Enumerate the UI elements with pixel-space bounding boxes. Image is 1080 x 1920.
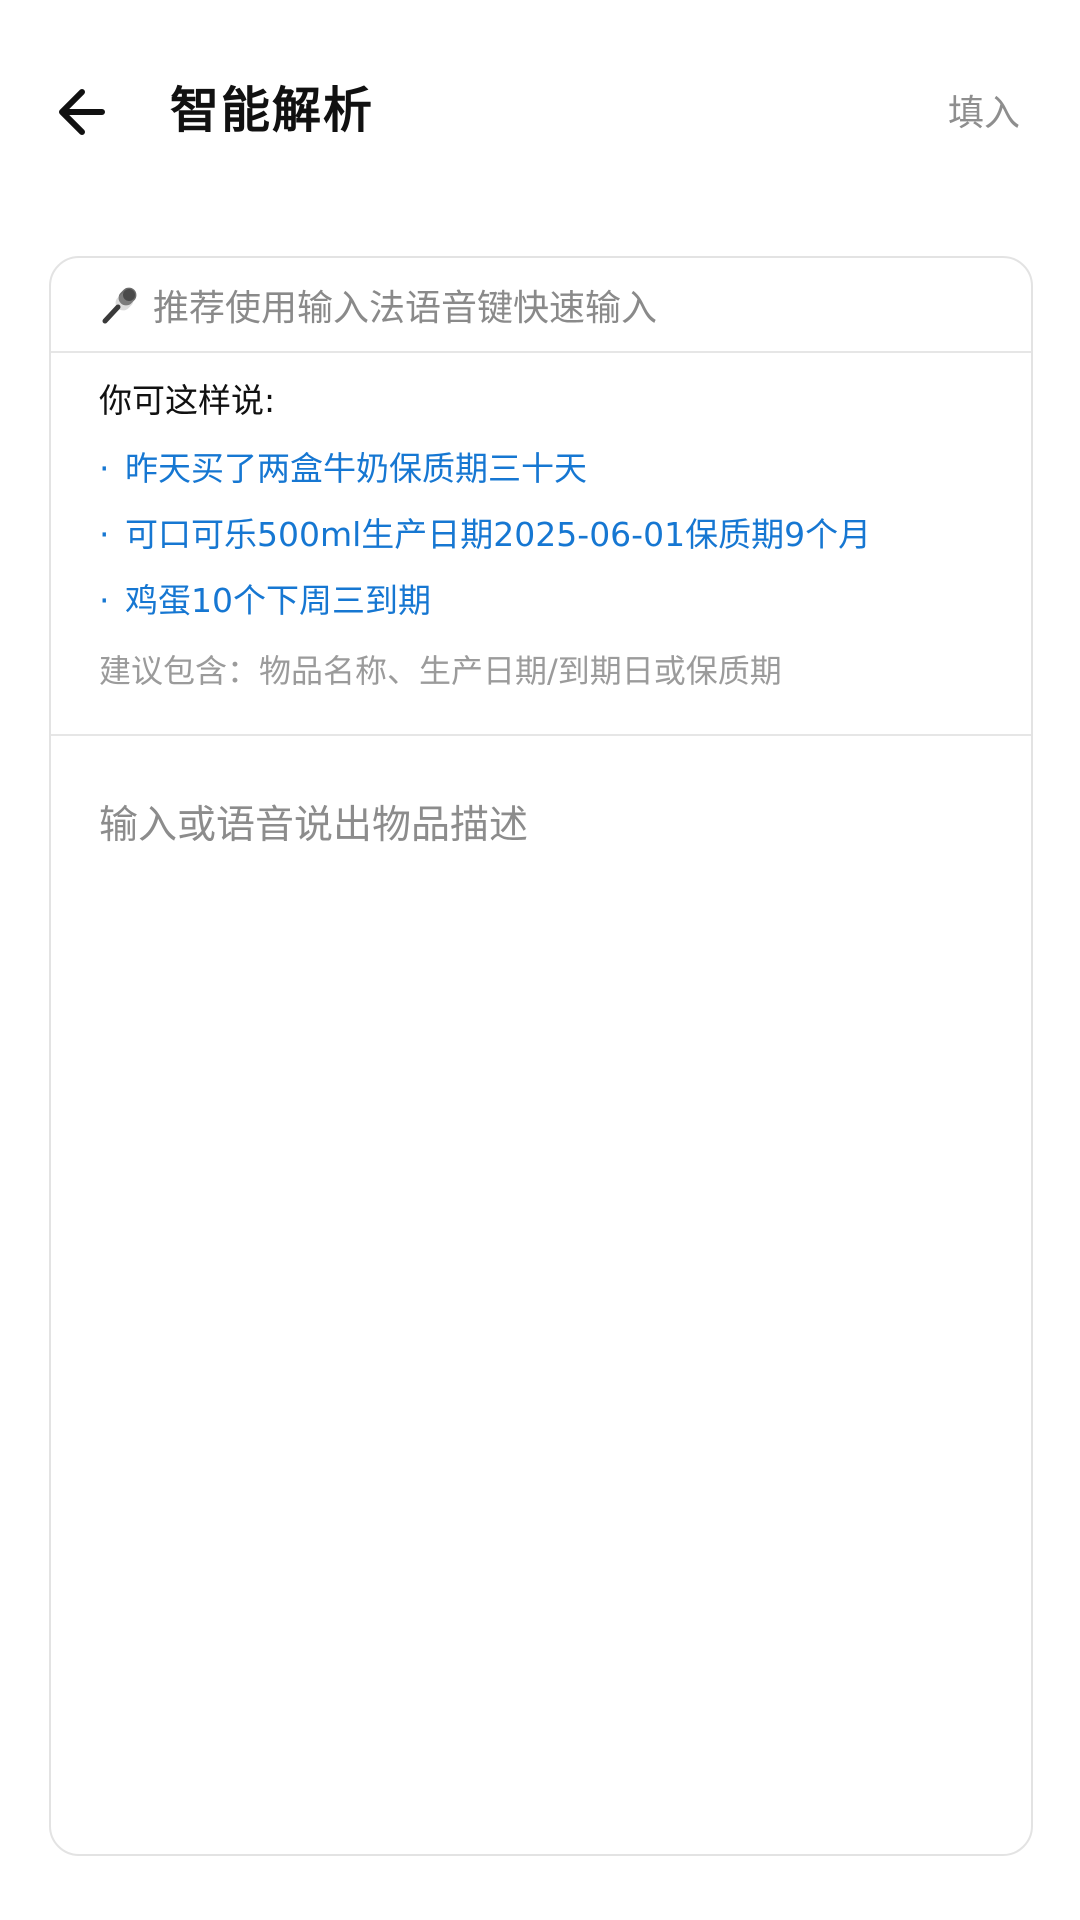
- example-text: 可口可乐500ml生产日期2025-06-01保质期9个月: [125, 515, 872, 554]
- example-text: 昨天买了两盒牛奶保质期三十天: [125, 449, 587, 488]
- example-item[interactable]: · 鸡蛋10个下周三到期: [99, 575, 983, 627]
- parse-card: 推荐使用输入法语音键快速输入 你可这样说: · 昨天买了两盒牛奶保质期三十天 · 可…: [49, 256, 1033, 1856]
- top-bar: 智能解析 填入: [0, 60, 1080, 160]
- back-button[interactable]: [52, 80, 116, 144]
- voice-input-tip: 推荐使用输入法语音键快速输入: [51, 258, 1031, 353]
- suggestion-hint: 建议包含：物品名称、生产日期/到期日或保质期: [99, 652, 782, 690]
- page-title: 智能解析: [170, 82, 375, 139]
- microphone-icon: [99, 283, 143, 327]
- example-text: 鸡蛋10个下周三到期: [125, 581, 431, 620]
- fill-in-button[interactable]: 填入: [948, 84, 1020, 144]
- example-item[interactable]: · 昨天买了两盒牛奶保质期三十天: [99, 443, 983, 495]
- bullet: ·: [99, 581, 110, 620]
- examples-heading: 你可这样说:: [99, 381, 276, 420]
- item-description-input[interactable]: [51, 736, 1031, 1846]
- examples-section: 你可这样说: · 昨天买了两盒牛奶保质期三十天 · 可口可乐500ml生产日期202…: [51, 353, 1031, 736]
- bullet: ·: [99, 515, 110, 554]
- bullet: ·: [99, 449, 110, 488]
- arrow-left-icon: [59, 89, 105, 135]
- example-item[interactable]: · 可口可乐500ml生产日期2025-06-01保质期9个月: [99, 509, 983, 561]
- voice-tip-text: 推荐使用输入法语音键快速输入: [153, 287, 658, 329]
